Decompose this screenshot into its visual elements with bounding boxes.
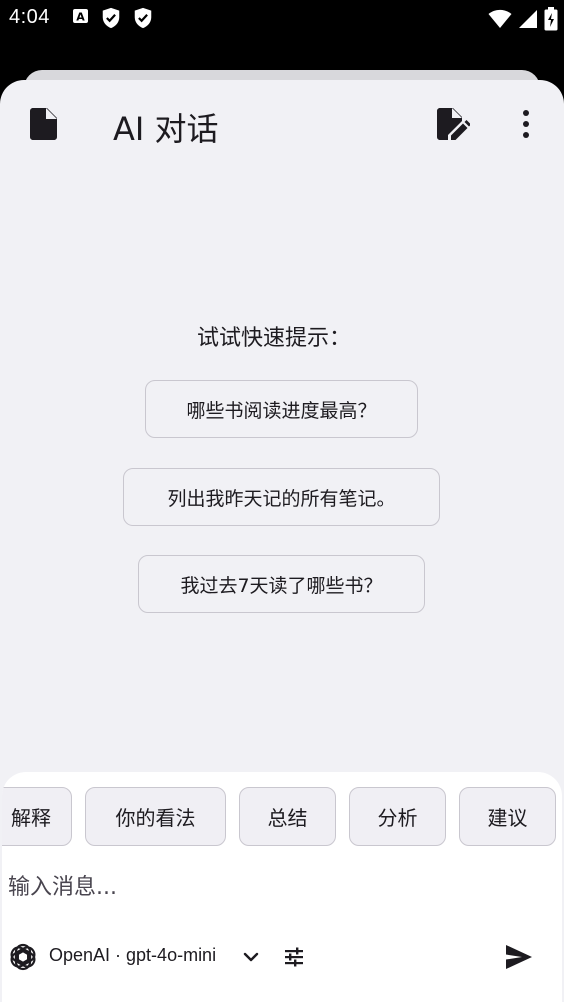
model-row: OpenAI · gpt-4o-mini — [2, 932, 562, 982]
chip-analyze[interactable]: 分析 — [349, 787, 446, 846]
wifi-icon — [488, 9, 512, 28]
openai-logo-icon — [10, 943, 36, 971]
send-icon — [506, 945, 532, 969]
quick-prompts-label: 试试快速提示： — [196, 326, 351, 351]
svg-text:A: A — [76, 11, 85, 24]
system-icons — [488, 7, 558, 31]
shield-check-icon — [134, 7, 152, 29]
chip-explain[interactable]: 解释 — [2, 787, 72, 846]
page-title: AI 对话 — [113, 110, 219, 148]
chip-summarize[interactable]: 总结 — [239, 787, 336, 846]
notification-icons: A — [72, 7, 154, 29]
quick-prompt-button[interactable]: 哪些书阅读进度最高？ — [145, 380, 418, 438]
a-badge-icon: A — [73, 9, 88, 24]
message-input[interactable] — [8, 869, 548, 905]
battery-charging-icon — [544, 7, 558, 31]
model-selector-label[interactable]: OpenAI · gpt-4o-mini — [49, 945, 216, 966]
chat-sheet: AI 对话 试试快速提示： 哪些书阅读进度最高？ 列出我昨天记的所有笔记。 我过… — [0, 80, 564, 1002]
chip-your-opinion[interactable]: 你的看法 — [85, 787, 226, 846]
more-options-button[interactable] — [506, 104, 546, 144]
tune-settings-icon[interactable] — [282, 945, 306, 969]
suggestion-chips: 解释 你的看法 总结 分析 建议 — [2, 787, 562, 847]
shield-check-icon — [102, 7, 120, 29]
chip-suggest[interactable]: 建议 — [459, 787, 556, 846]
status-time: 4:04 — [9, 6, 50, 28]
document-icon — [30, 108, 57, 140]
signal-icon — [519, 10, 537, 28]
status-bar: 4:04 A — [0, 0, 564, 38]
more-vert-icon — [523, 110, 529, 138]
quick-prompt-button[interactable]: 列出我昨天记的所有笔记。 — [123, 468, 440, 526]
send-button[interactable] — [502, 940, 536, 974]
top-app-bar: AI 对话 — [0, 80, 564, 170]
chevron-down-icon[interactable] — [240, 946, 262, 968]
document-button[interactable] — [24, 104, 64, 144]
message-composer: 解释 你的看法 总结 分析 建议 OpenAI · gpt-4o-mini — [2, 772, 562, 1002]
edit-document-icon — [437, 108, 470, 140]
quick-prompt-button[interactable]: 我过去7天读了哪些书？ — [138, 555, 425, 613]
edit-document-button[interactable] — [433, 104, 473, 144]
